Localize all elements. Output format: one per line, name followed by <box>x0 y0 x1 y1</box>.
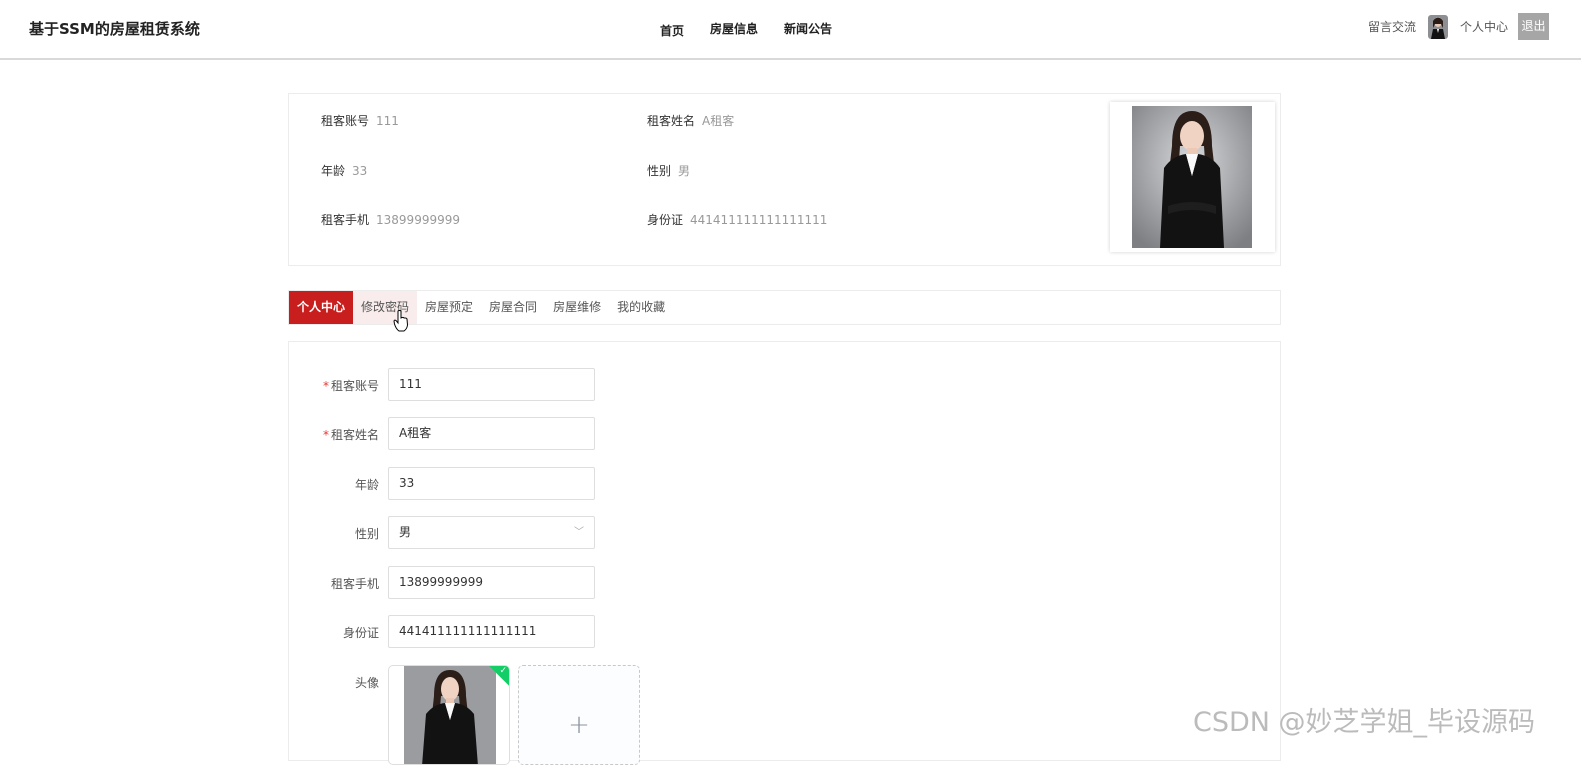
info-account: 租客账号 111 <box>321 114 399 128</box>
top-navbar: 基于SSM的房屋租赁系统 首页 房屋信息 新闻公告 留言交流 个人中心 退出 <box>0 0 1581 60</box>
profile-tabs: 个人中心 修改密码 房屋预定 房屋合同 房屋维修 我的收藏 <box>288 290 1281 325</box>
form-row-phone: 租客手机 13899999999 <box>289 566 609 599</box>
form-row-account: * 租客账号 111 <box>289 368 609 401</box>
info-name: 租客姓名 A租客 <box>647 114 735 128</box>
tab-profile[interactable]: 个人中心 <box>289 291 354 324</box>
form-row-idcard: 身份证 441411111111111111 <box>289 615 609 648</box>
age-input[interactable]: 33 <box>388 467 595 500</box>
info-idcard: 身份证 441411111111111111 <box>647 213 828 227</box>
phone-input[interactable]: 13899999999 <box>388 566 595 599</box>
gender-select[interactable]: 男 ﹀ <box>388 516 595 549</box>
tab-house-contract[interactable]: 房屋合同 <box>481 291 545 324</box>
gender-label: 性别 <box>354 527 379 541</box>
chevron-down-icon: ﹀ <box>574 527 584 538</box>
nav-house-info[interactable]: 房屋信息 <box>710 20 758 39</box>
name-input[interactable]: A租客 <box>388 417 595 450</box>
form-row-avatar: 头像 ✓ + <box>289 665 689 765</box>
idcard-label: 身份证 <box>342 626 379 640</box>
logout-button[interactable]: 退出 <box>1518 13 1549 40</box>
check-icon: ✓ <box>499 666 507 676</box>
profile-photo-frame <box>1110 102 1275 252</box>
tab-favorites[interactable]: 我的收藏 <box>609 291 673 324</box>
info-phone: 租客手机 13899999999 <box>321 213 460 227</box>
tab-house-booking[interactable]: 房屋预定 <box>417 291 481 324</box>
avatar-thumbnail[interactable]: ✓ <box>388 665 510 765</box>
tab-house-repair[interactable]: 房屋维修 <box>545 291 609 324</box>
main-nav: 首页 房屋信息 新闻公告 <box>660 20 858 39</box>
age-label: 年龄 <box>354 478 379 492</box>
info-gender: 性别男 <box>647 164 691 178</box>
idcard-input[interactable]: 441411111111111111 <box>388 615 595 648</box>
nav-news[interactable]: 新闻公告 <box>784 20 832 39</box>
tenant-info-card: 租客账号 111 租客姓名 A租客 年龄 33 性别男 租客手机 13899999999… <box>288 93 1281 266</box>
user-avatar[interactable] <box>1427 14 1448 39</box>
plus-icon: + <box>568 710 590 740</box>
profile-form: * 租客账号 111 * 租客姓名 A租客 年龄 33 性别 男 ﹀ 租客手机 13… <box>288 341 1281 765</box>
avatar-upload-button[interactable]: + <box>518 665 640 765</box>
form-row-age: 年龄 33 <box>289 467 609 500</box>
profile-link[interactable]: 个人中心 <box>1460 18 1508 35</box>
site-title: 基于SSM的房屋租赁系统 <box>29 20 200 38</box>
user-nav: 留言交流 个人中心 退出 <box>1368 13 1549 40</box>
form-row-gender: 性别 男 ﹀ <box>289 516 609 549</box>
profile-photo <box>1132 106 1252 248</box>
form-row-name: * 租客姓名 A租客 <box>289 417 609 450</box>
account-input[interactable]: 111 <box>388 368 595 401</box>
avatar-image <box>404 666 496 764</box>
message-link[interactable]: 留言交流 <box>1368 18 1416 35</box>
info-age: 年龄 33 <box>321 164 368 178</box>
phone-label: 租客手机 <box>330 577 379 591</box>
hand-cursor-icon <box>393 310 409 332</box>
watermark-text: CSDN @妙芝学姐_毕设源码 <box>1193 707 1536 738</box>
name-label: * 租客姓名 <box>322 428 379 442</box>
nav-home[interactable]: 首页 <box>660 22 684 39</box>
account-label: * 租客账号 <box>322 379 379 393</box>
avatar-label: 头像 <box>354 676 379 690</box>
gender-selected: 男 <box>399 525 412 539</box>
